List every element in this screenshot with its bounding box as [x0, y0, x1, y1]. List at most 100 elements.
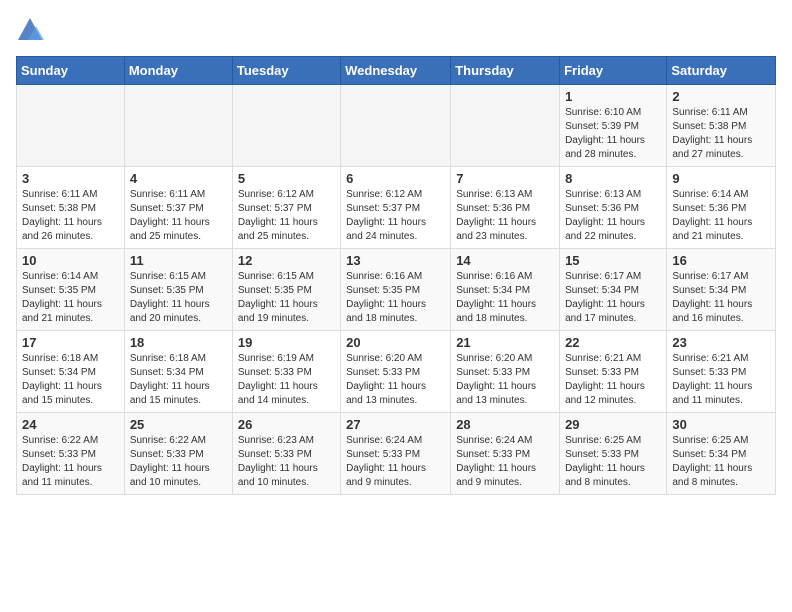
calendar-day-cell: 29 Sunrise: 6:25 AMSunset: 5:33 PMDayligh…: [560, 413, 667, 495]
calendar-day-cell: 19Sunrise: 6:19 AMSunset: 5:33 PMDayligh…: [232, 331, 340, 413]
day-number: 10: [22, 253, 119, 268]
day-info: Sunrise: 6:21 AMSunset: 5:33 PMDaylight:…: [565, 352, 661, 408]
calendar-week-row: 17 Sunrise: 6:18 AMSunset: 5:34 PMDayligh…: [17, 331, 776, 413]
day-number: 30: [672, 417, 770, 432]
day-info: Sunrise: 6:10 AMSunset: 5:39 PMDaylight:…: [565, 106, 661, 162]
calendar-day-cell: [232, 85, 340, 167]
calendar-day-cell: 2 Sunrise: 6:11 AMSunset: 5:38 PMDaylight…: [667, 85, 776, 167]
day-number: 26: [238, 417, 335, 432]
calendar-day-cell: [451, 85, 560, 167]
day-info: Sunrise: 6:22 AMSunset: 5:33 PMDaylight:…: [22, 434, 119, 490]
day-number: 5: [238, 171, 335, 186]
calendar-day-cell: 10 Sunrise: 6:14 AMSunset: 5:35 PMDayligh…: [17, 249, 125, 331]
calendar-header-row: SundayMondayTuesdayWednesdayThursdayFrid…: [17, 57, 776, 85]
logo: [16, 16, 48, 44]
day-number: 3: [22, 171, 119, 186]
calendar-week-row: 3 Sunrise: 6:11 AMSunset: 5:38 PMDaylight…: [17, 167, 776, 249]
day-number: 18: [130, 335, 227, 350]
calendar-day-cell: 6 Sunrise: 6:12 AMSunset: 5:37 PMDaylight…: [341, 167, 451, 249]
calendar-day-cell: 5 Sunrise: 6:12 AMSunset: 5:37 PMDaylight…: [232, 167, 340, 249]
day-info: Sunrise: 6:17 AMSunset: 5:34 PMDaylight:…: [565, 270, 661, 326]
calendar-header-cell: Wednesday: [341, 57, 451, 85]
calendar-day-cell: 16 Sunrise: 6:17 AMSunset: 5:34 PMDayligh…: [667, 249, 776, 331]
calendar-day-cell: 27Sunrise: 6:24 AMSunset: 5:33 PMDayligh…: [341, 413, 451, 495]
calendar-day-cell: 20Sunrise: 6:20 AMSunset: 5:33 PMDayligh…: [341, 331, 451, 413]
day-number: 28: [456, 417, 554, 432]
calendar-day-cell: 9Sunrise: 6:14 AMSunset: 5:36 PMDaylight…: [667, 167, 776, 249]
calendar-day-cell: [124, 85, 232, 167]
day-number: 16: [672, 253, 770, 268]
calendar-day-cell: 17 Sunrise: 6:18 AMSunset: 5:34 PMDayligh…: [17, 331, 125, 413]
calendar-day-cell: 24 Sunrise: 6:22 AMSunset: 5:33 PMDayligh…: [17, 413, 125, 495]
day-number: 2: [672, 89, 770, 104]
calendar-week-row: 1 Sunrise: 6:10 AMSunset: 5:39 PMDaylight…: [17, 85, 776, 167]
day-info: Sunrise: 6:15 AMSunset: 5:35 PMDaylight:…: [130, 270, 227, 326]
day-number: 6: [346, 171, 445, 186]
day-number: 14: [456, 253, 554, 268]
day-number: 22: [565, 335, 661, 350]
calendar-day-cell: 28 Sunrise: 6:24 AMSunset: 5:33 PMDayligh…: [451, 413, 560, 495]
day-info: Sunrise: 6:12 AMSunset: 5:37 PMDaylight:…: [238, 188, 335, 244]
day-number: 8: [565, 171, 661, 186]
calendar-week-row: 24 Sunrise: 6:22 AMSunset: 5:33 PMDayligh…: [17, 413, 776, 495]
day-info: Sunrise: 6:16 AMSunset: 5:35 PMDaylight:…: [346, 270, 445, 326]
day-info: Sunrise: 6:23 AMSunset: 5:33 PMDaylight:…: [238, 434, 335, 490]
calendar-day-cell: 11 Sunrise: 6:15 AMSunset: 5:35 PMDayligh…: [124, 249, 232, 331]
day-number: 7: [456, 171, 554, 186]
day-number: 15: [565, 253, 661, 268]
day-info: Sunrise: 6:13 AMSunset: 5:36 PMDaylight:…: [565, 188, 661, 244]
page-header: [16, 16, 776, 44]
logo-icon: [16, 16, 44, 44]
calendar-header-cell: Saturday: [667, 57, 776, 85]
day-number: 11: [130, 253, 227, 268]
day-number: 1: [565, 89, 661, 104]
day-number: 19: [238, 335, 335, 350]
day-number: 27: [346, 417, 445, 432]
calendar-day-cell: 23 Sunrise: 6:21 AMSunset: 5:33 PMDayligh…: [667, 331, 776, 413]
day-info: Sunrise: 6:18 AMSunset: 5:34 PMDaylight:…: [130, 352, 227, 408]
day-number: 21: [456, 335, 554, 350]
day-info: Sunrise: 6:11 AMSunset: 5:38 PMDaylight:…: [22, 188, 119, 244]
calendar-day-cell: 14 Sunrise: 6:16 AMSunset: 5:34 PMDayligh…: [451, 249, 560, 331]
day-info: Sunrise: 6:11 AMSunset: 5:37 PMDaylight:…: [130, 188, 227, 244]
calendar-day-cell: [17, 85, 125, 167]
calendar-day-cell: 13 Sunrise: 6:16 AMSunset: 5:35 PMDayligh…: [341, 249, 451, 331]
day-info: Sunrise: 6:24 AMSunset: 5:33 PMDaylight:…: [456, 434, 554, 490]
day-info: Sunrise: 6:21 AMSunset: 5:33 PMDaylight:…: [672, 352, 770, 408]
day-info: Sunrise: 6:18 AMSunset: 5:34 PMDaylight:…: [22, 352, 119, 408]
calendar-header-cell: Friday: [560, 57, 667, 85]
day-info: Sunrise: 6:12 AMSunset: 5:37 PMDaylight:…: [346, 188, 445, 244]
calendar-header-cell: Thursday: [451, 57, 560, 85]
day-number: 4: [130, 171, 227, 186]
calendar-day-cell: [341, 85, 451, 167]
day-number: 17: [22, 335, 119, 350]
calendar-week-row: 10 Sunrise: 6:14 AMSunset: 5:35 PMDayligh…: [17, 249, 776, 331]
day-info: Sunrise: 6:16 AMSunset: 5:34 PMDaylight:…: [456, 270, 554, 326]
calendar-header-cell: Sunday: [17, 57, 125, 85]
day-number: 24: [22, 417, 119, 432]
day-info: Sunrise: 6:11 AMSunset: 5:38 PMDaylight:…: [672, 106, 770, 162]
calendar-day-cell: 8 Sunrise: 6:13 AMSunset: 5:36 PMDaylight…: [560, 167, 667, 249]
day-info: Sunrise: 6:22 AMSunset: 5:33 PMDaylight:…: [130, 434, 227, 490]
day-number: 29: [565, 417, 661, 432]
calendar-header-cell: Tuesday: [232, 57, 340, 85]
day-info: Sunrise: 6:14 AMSunset: 5:36 PMDaylight:…: [672, 188, 770, 244]
day-info: Sunrise: 6:14 AMSunset: 5:35 PMDaylight:…: [22, 270, 119, 326]
calendar-header-cell: Monday: [124, 57, 232, 85]
day-number: 23: [672, 335, 770, 350]
day-info: Sunrise: 6:25 AMSunset: 5:34 PMDaylight:…: [672, 434, 770, 490]
calendar-day-cell: 30 Sunrise: 6:25 AMSunset: 5:34 PMDayligh…: [667, 413, 776, 495]
calendar-day-cell: 12Sunrise: 6:15 AMSunset: 5:35 PMDayligh…: [232, 249, 340, 331]
calendar-day-cell: 3 Sunrise: 6:11 AMSunset: 5:38 PMDaylight…: [17, 167, 125, 249]
calendar-day-cell: 15 Sunrise: 6:17 AMSunset: 5:34 PMDayligh…: [560, 249, 667, 331]
day-info: Sunrise: 6:15 AMSunset: 5:35 PMDaylight:…: [238, 270, 335, 326]
day-info: Sunrise: 6:25 AMSunset: 5:33 PMDaylight:…: [565, 434, 661, 490]
day-number: 25: [130, 417, 227, 432]
calendar-day-cell: 7Sunrise: 6:13 AMSunset: 5:36 PMDaylight…: [451, 167, 560, 249]
calendar-day-cell: 18 Sunrise: 6:18 AMSunset: 5:34 PMDayligh…: [124, 331, 232, 413]
day-info: Sunrise: 6:17 AMSunset: 5:34 PMDaylight:…: [672, 270, 770, 326]
calendar-day-cell: 21Sunrise: 6:20 AMSunset: 5:33 PMDayligh…: [451, 331, 560, 413]
calendar-day-cell: 26 Sunrise: 6:23 AMSunset: 5:33 PMDayligh…: [232, 413, 340, 495]
calendar-day-cell: 25 Sunrise: 6:22 AMSunset: 5:33 PMDayligh…: [124, 413, 232, 495]
day-number: 13: [346, 253, 445, 268]
